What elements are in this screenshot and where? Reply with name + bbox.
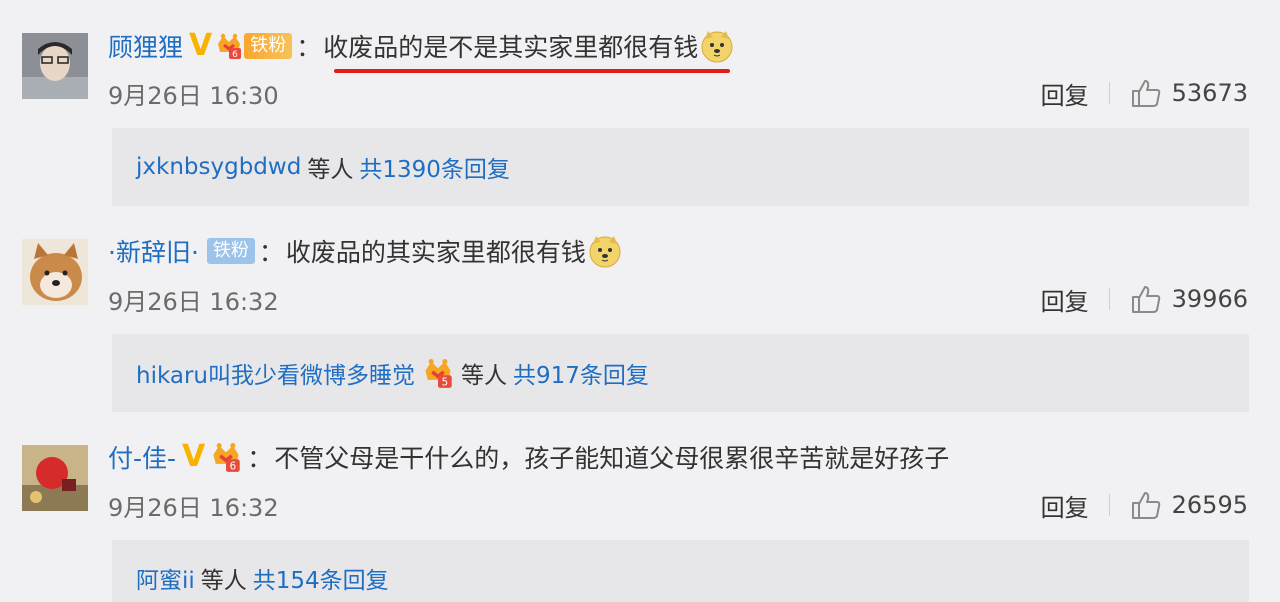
- crown-level-icon: 6: [213, 443, 240, 473]
- reply-button[interactable]: 回复: [1041, 488, 1089, 523]
- divider: [1108, 494, 1110, 516]
- like-count: 26595: [1171, 491, 1248, 519]
- divider: [1108, 82, 1110, 104]
- thumbs-up-icon[interactable]: [1130, 284, 1162, 314]
- reply-count-link[interactable]: 共1390条回复: [359, 150, 510, 184]
- highlight-underline: [334, 69, 730, 73]
- like-count: 39966: [1171, 285, 1248, 313]
- username-link[interactable]: ·新辞旧·: [108, 233, 199, 269]
- avatar-image-3: [22, 445, 88, 511]
- comment-header: ·新辞旧· 铁粉 ： 收废品的其实家里都很有钱: [108, 231, 622, 271]
- colon-separator: ：: [296, 33, 322, 62]
- reply-user-link[interactable]: hikaru叫我少看微博多睡觉: [136, 356, 415, 390]
- fan-badge: 铁粉: [206, 238, 255, 264]
- reply-button[interactable]: 回复: [1041, 282, 1089, 317]
- avatar-image-1: [22, 33, 88, 99]
- comment-timestamp: 9月26日 16:32: [108, 493, 279, 522]
- comment-timestamp: 9月26日 16:30: [108, 81, 279, 110]
- reply-count-link[interactable]: 共917条回复: [513, 356, 649, 390]
- reply-etc-text: 等人: [307, 157, 354, 183]
- avatar-image-2: [22, 239, 88, 305]
- verified-v-icon: V: [189, 28, 213, 63]
- avatar[interactable]: [22, 239, 88, 305]
- fan-badge: 铁粉: [244, 33, 293, 59]
- reply-button[interactable]: 回复: [1041, 76, 1089, 111]
- divider: [1108, 288, 1110, 310]
- fan-level-number: 6: [232, 50, 238, 60]
- username-link[interactable]: 付-佳-: [108, 439, 176, 475]
- reply-etc-text: 等人: [461, 363, 508, 389]
- avatar[interactable]: [22, 445, 88, 511]
- comment-header: 付-佳- V 6 ： 不管父母是干什么的，孩子能知道父母很累很辛苦就是好孩子: [108, 437, 949, 477]
- replies-summary[interactable]: 阿蜜ii 等人 共154条回复: [112, 540, 1249, 602]
- username-link[interactable]: 顾狸狸: [108, 28, 183, 64]
- doge-emoji-icon: [589, 236, 621, 268]
- comment-text: 收废品的其实家里都很有钱: [285, 238, 586, 267]
- fan-level-number: 6: [230, 461, 237, 473]
- colon-separator: ：: [258, 238, 284, 267]
- doge-emoji-icon: [701, 31, 733, 63]
- comment-actions: 回复 39966: [1041, 282, 1248, 316]
- comment-text: 收废品的是不是其实家里都很有钱: [323, 33, 699, 62]
- replies-summary[interactable]: hikaru叫我少看微博多睡觉 5 等人 共917条回复: [112, 334, 1249, 412]
- crown-level-icon: 6: [218, 33, 242, 60]
- comment-actions: 回复 53673: [1041, 76, 1248, 110]
- comment-header: 顾狸狸 V 6 铁粉 ： 收废品的是不是其实家里都很有钱: [108, 26, 734, 66]
- like-count: 53673: [1171, 79, 1248, 107]
- thumbs-up-icon[interactable]: [1130, 490, 1162, 520]
- reply-user-link[interactable]: 阿蜜ii: [136, 561, 195, 595]
- avatar[interactable]: [22, 33, 88, 99]
- comment-text: 不管父母是干什么的，孩子能知道父母很累很辛苦就是好孩子: [274, 444, 950, 473]
- colon-separator: ：: [247, 444, 273, 473]
- reply-count-link[interactable]: 共154条回复: [253, 561, 389, 595]
- replies-summary[interactable]: jxknbsygbdwd 等人 共1390条回复: [112, 128, 1249, 206]
- fan-level-number: 5: [442, 377, 449, 389]
- verified-v-icon: V: [182, 439, 206, 474]
- crown-level-icon: 5: [425, 359, 452, 389]
- comment-actions: 回复 26595: [1041, 488, 1248, 522]
- reply-user-link[interactable]: jxknbsygbdwd: [136, 154, 301, 180]
- comment-timestamp: 9月26日 16:32: [108, 287, 279, 316]
- comment-list: 顾狸狸 V 6 铁粉 ： 收废品的是不是其实家里都很有钱 9月26日 16:30…: [0, 0, 1280, 602]
- thumbs-up-icon[interactable]: [1130, 78, 1162, 108]
- reply-etc-text: 等人: [200, 568, 247, 594]
